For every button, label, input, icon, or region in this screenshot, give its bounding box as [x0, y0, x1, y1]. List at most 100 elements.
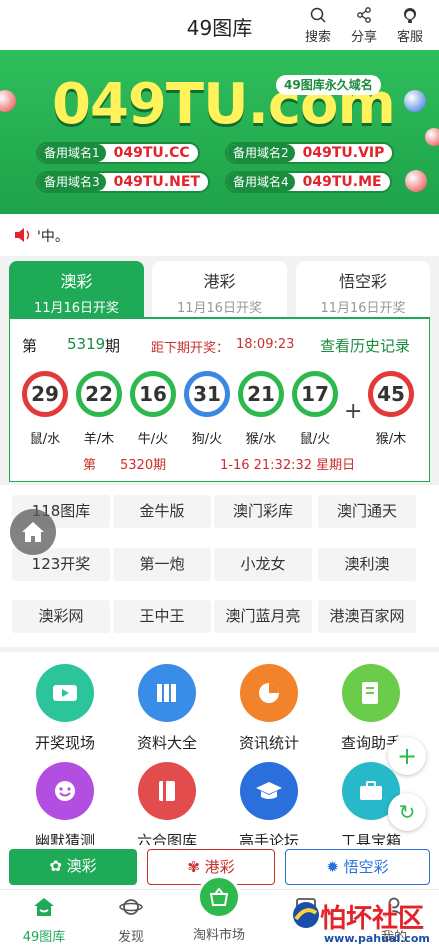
- watermark-url: www.pahuai.com: [324, 932, 430, 945]
- refresh-float-button[interactable]: ↻: [388, 793, 426, 831]
- site-link[interactable]: 澳门蓝月亮: [214, 600, 312, 633]
- plus-sign: +: [344, 399, 363, 424]
- watermark-title: 怕坏社区: [320, 904, 425, 934]
- mirror-value: 049TU.VIP: [302, 145, 385, 161]
- watermark-logo: [293, 902, 319, 928]
- tab-hongkong[interactable]: 港彩 11月16日开奖: [152, 261, 287, 317]
- result-ball: 29: [22, 371, 68, 417]
- quick-label: 港彩: [204, 858, 235, 876]
- top-header: 49图库 搜索 分享 客服: [0, 0, 439, 50]
- feature-humor[interactable]: 幽默猜测: [20, 762, 110, 851]
- feature-label: 开奖现场: [34, 734, 95, 752]
- quick-wukong[interactable]: ✹ 悟空彩: [285, 849, 430, 885]
- period-prefix: 第: [22, 337, 38, 355]
- special-ball: 45: [368, 371, 414, 417]
- nav-discover[interactable]: 发现: [96, 896, 166, 945]
- site-link[interactable]: 金牛版: [113, 495, 211, 528]
- tab-date: 11月16日开奖: [176, 301, 263, 316]
- graduation-cap-icon: [240, 762, 298, 820]
- zodiac-label: 猴/木: [375, 432, 407, 447]
- result-ball: 16: [130, 371, 176, 417]
- watermark: 怕坏社区 www.pahuai.com: [290, 895, 439, 950]
- share-button[interactable]: 分享: [344, 6, 384, 45]
- mirror-value: 049TU.ME: [302, 174, 382, 190]
- zodiac-label: 鼠/火: [299, 432, 331, 447]
- nav-label: 淘料市场: [192, 928, 245, 943]
- smile-icon: [36, 762, 94, 820]
- share-icon: [357, 7, 371, 23]
- tab-wukong[interactable]: 悟空彩 11月16日开奖: [296, 261, 430, 317]
- customer-service-label: 客服: [396, 30, 423, 45]
- site-link[interactable]: 第一炮: [113, 548, 211, 581]
- lottery-tabs: 澳彩 11月16日开奖 港彩 11月16日开奖 悟空彩 11月16日开奖: [9, 261, 430, 317]
- countdown-label: 距下期开奖：: [151, 341, 230, 356]
- notice-text: '中。: [37, 229, 69, 245]
- mirror-domain-1: 备用域名1 049TU.CC: [36, 142, 200, 164]
- pie-chart-icon: [240, 664, 298, 722]
- lottery-ball-decoration: [0, 90, 16, 112]
- lottery-ball-decoration: [405, 170, 427, 192]
- promo-banner[interactable]: 049TU.com 49图库永久域名 备用域名1 049TU.CC 备用域名2 04…: [0, 50, 439, 214]
- search-button[interactable]: 搜索: [298, 6, 338, 45]
- book-icon: [138, 762, 196, 820]
- feature-forum[interactable]: 高手论坛: [224, 762, 314, 851]
- nav-market[interactable]: 淘料市场: [184, 924, 254, 943]
- customer-service-button[interactable]: 客服: [390, 6, 430, 45]
- draw-result-panel: 第 5319 期 距下期开奖： 18:09:23 查看历史记录 29 22 16…: [9, 317, 430, 482]
- tab-name: 澳彩: [60, 272, 93, 291]
- document-search-icon: [342, 664, 400, 722]
- tab-name: 悟空彩: [338, 272, 387, 291]
- zodiac-label: 猴/水: [245, 432, 277, 447]
- site-link[interactable]: 港澳百家网: [318, 600, 416, 633]
- next-period: 5320期: [120, 458, 167, 473]
- lotus-icon: ✿: [49, 857, 67, 875]
- site-link[interactable]: 王中王: [113, 600, 211, 633]
- history-link[interactable]: 查看历史记录: [320, 335, 410, 356]
- site-link[interactable]: 小龙女: [214, 548, 312, 581]
- tab-macau[interactable]: 澳彩 11月16日开奖: [9, 261, 144, 317]
- notice-bar: '中。: [0, 214, 439, 256]
- zodiac-label: 鼠/水: [29, 432, 61, 447]
- feature-data[interactable]: 资料大全: [122, 664, 212, 753]
- search-icon: [310, 7, 326, 23]
- quick-label: 澳彩: [66, 857, 97, 875]
- feature-stats[interactable]: 资讯统计: [224, 664, 314, 753]
- site-link[interactable]: 澳门通天: [318, 495, 416, 528]
- home-float-button[interactable]: [10, 509, 56, 555]
- mirror-key: 备用域名2: [227, 144, 295, 162]
- plus-icon: +: [396, 742, 418, 770]
- result-ball: 21: [238, 371, 284, 417]
- refresh-icon: ↻: [398, 800, 416, 824]
- home-icon: [34, 898, 54, 916]
- quick-label: 悟空彩: [343, 858, 389, 876]
- mirror-key: 备用域名4: [227, 173, 295, 191]
- site-link[interactable]: 澳彩网: [12, 600, 110, 633]
- quick-macau[interactable]: ✿ 澳彩: [9, 849, 137, 885]
- feature-draw-live[interactable]: 开奖现场: [20, 664, 110, 753]
- lottery-ball-decoration: [404, 90, 426, 112]
- feature-gallery[interactable]: 六合图库: [122, 762, 212, 851]
- feature-label: 资讯统计: [238, 734, 299, 752]
- next-draw-time: 1-16 21:32:32 星期日: [220, 458, 356, 473]
- market-center-button[interactable]: [197, 875, 241, 919]
- basket-icon: [209, 887, 229, 906]
- video-icon: [36, 664, 94, 722]
- feature-label: 资料大全: [136, 734, 197, 752]
- app-screen: 49图库 搜索 分享 客服 049TU.com 49图库永久域名 备用域名1 04…: [0, 0, 439, 950]
- zodiac-label: 羊/木: [83, 432, 115, 447]
- site-link[interactable]: 澳门彩库: [214, 495, 312, 528]
- nav-label: 发现: [117, 930, 144, 945]
- bauhinia-icon: ✾: [187, 858, 205, 876]
- mirror-value: 049TU.CC: [113, 145, 190, 161]
- mirror-domain-4: 备用域名4 049TU.ME: [225, 171, 392, 193]
- period-suffix: 期: [105, 337, 121, 355]
- tab-name: 港彩: [203, 272, 236, 291]
- lottery-ball-decoration: [425, 128, 439, 146]
- nav-home[interactable]: 49图库: [9, 896, 79, 945]
- result-ball: 31: [184, 371, 230, 417]
- mirror-domain-2: 备用域名2 049TU.VIP: [225, 142, 395, 164]
- books-icon: [138, 664, 196, 722]
- add-float-button[interactable]: +: [388, 737, 426, 775]
- site-link[interactable]: 澳利澳: [318, 548, 416, 581]
- home-icon: [22, 522, 44, 542]
